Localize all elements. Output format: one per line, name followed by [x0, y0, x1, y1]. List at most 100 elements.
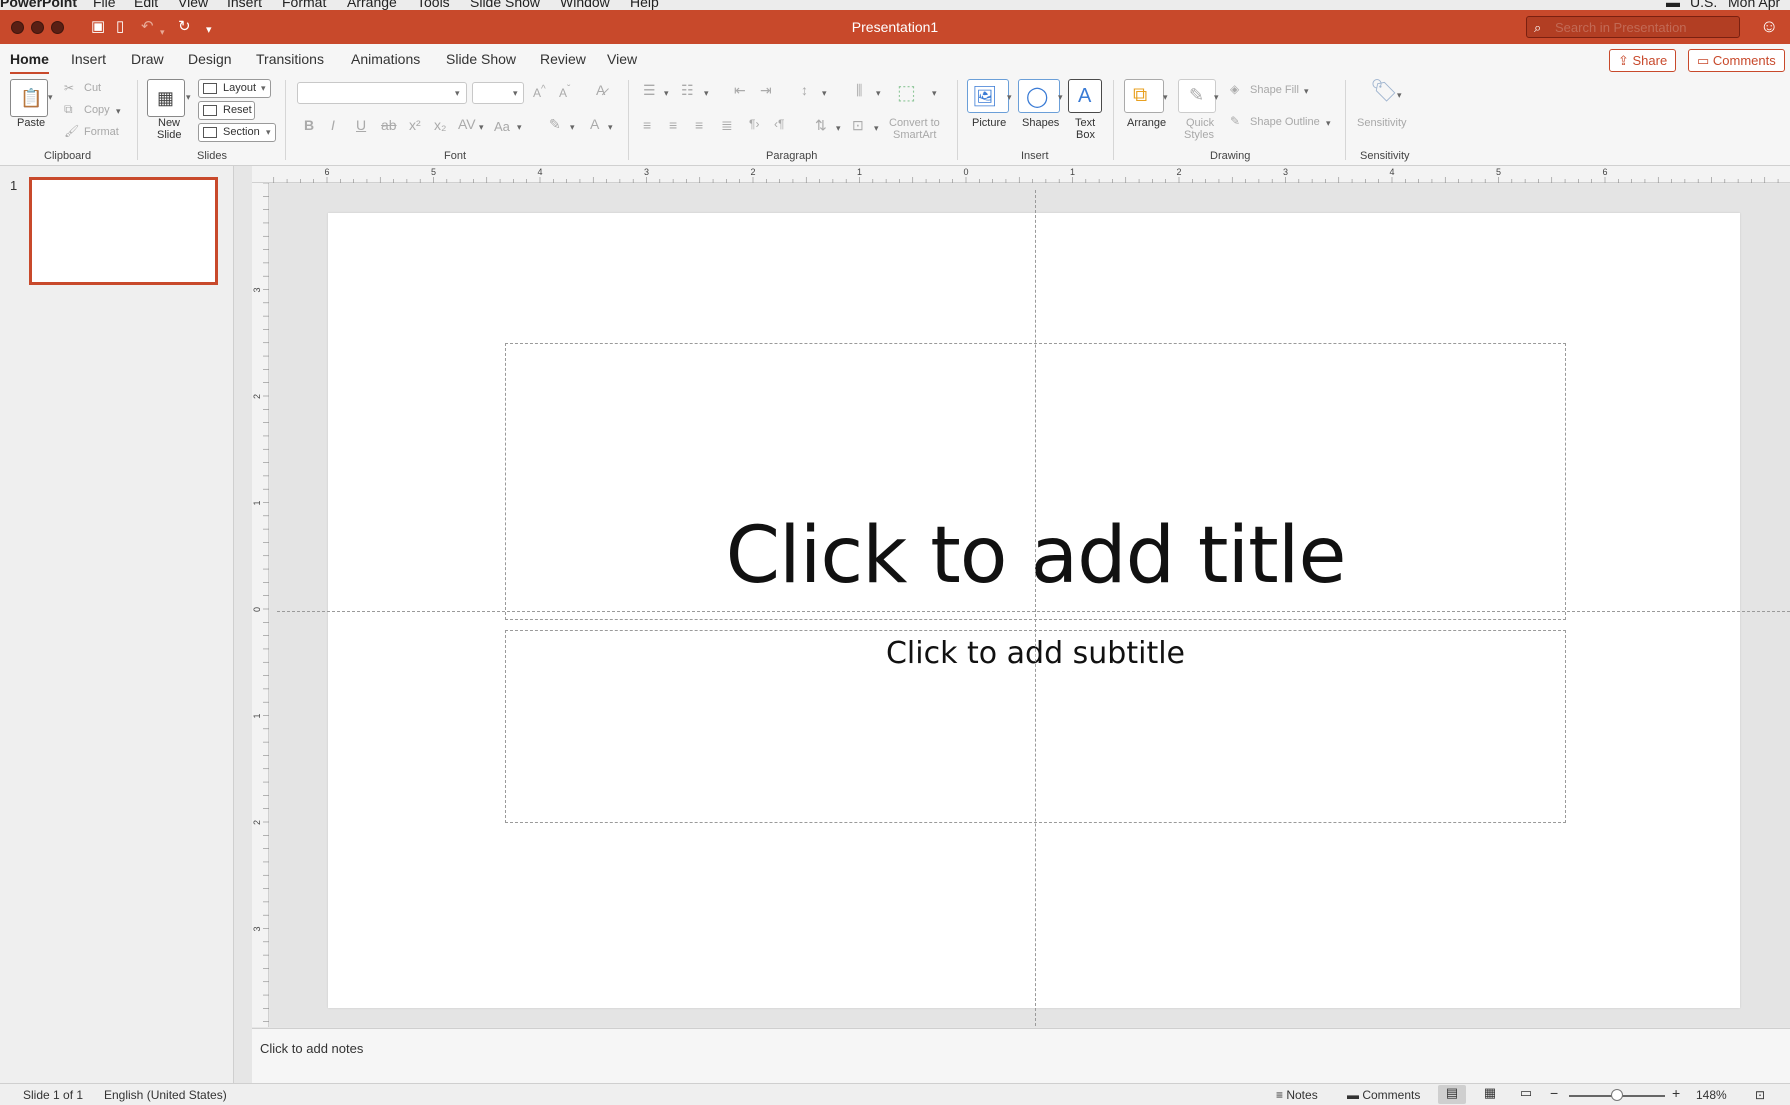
tab-animations[interactable]: Animations — [351, 51, 420, 67]
menu-slide-show[interactable]: Slide Show — [470, 0, 540, 10]
text-box-button[interactable]: A — [1068, 79, 1102, 113]
font-size-combo[interactable]: ▾ — [472, 82, 524, 104]
new-slide-dropdown-icon[interactable]: ▾ — [186, 92, 191, 103]
numbering-icon[interactable]: ☷ — [681, 82, 694, 99]
underline-icon[interactable]: U — [356, 117, 366, 133]
slide-sorter-view-icon[interactable]: ▦ — [1476, 1085, 1504, 1104]
tab-transitions[interactable]: Transitions — [256, 51, 324, 67]
language-indicator[interactable]: English (United States) — [104, 1088, 227, 1102]
convert-smartart-label-line1[interactable]: Convert to — [889, 117, 940, 129]
cut-button[interactable]: Cut — [84, 82, 101, 94]
input-source-flag-icon[interactable]: ▬ — [1666, 0, 1680, 10]
menu-help[interactable]: Help — [630, 0, 659, 10]
reset-button[interactable]: Reset — [198, 101, 255, 120]
italic-icon[interactable]: I — [331, 117, 335, 133]
columns-dropdown-icon[interactable]: ▾ — [876, 88, 881, 99]
font-color-icon[interactable]: A — [590, 116, 599, 132]
font-name-combo[interactable]: ▾ — [297, 82, 467, 104]
clear-formatting-icon[interactable]: A̷ — [596, 82, 605, 98]
menu-arrange[interactable]: Arrange — [347, 0, 397, 10]
feedback-smiley-icon[interactable]: ☺ — [1760, 16, 1778, 37]
menu-locale[interactable]: U.S. — [1690, 0, 1717, 10]
menu-format[interactable]: Format — [282, 0, 326, 10]
comments-toggle-button[interactable]: ▬ Comments — [1347, 1088, 1420, 1102]
character-spacing-dropdown-icon[interactable]: ▾ — [479, 122, 484, 133]
shape-fill-button[interactable]: Shape Fill — [1250, 84, 1299, 96]
align-text-icon[interactable]: ⊡ — [852, 117, 864, 134]
menu-window[interactable]: Window — [560, 0, 610, 10]
sensitivity-button-label[interactable]: Sensitivity — [1357, 117, 1407, 129]
presenter-view-icon[interactable]: ▭ — [1512, 1085, 1540, 1104]
notes-placeholder[interactable]: Click to add notes — [260, 1041, 363, 1056]
normal-view-icon[interactable]: ▤ — [1438, 1085, 1466, 1104]
notes-toggle-button[interactable]: ≡ Notes — [1276, 1088, 1318, 1102]
new-slide-button[interactable]: ▦ — [147, 79, 185, 117]
shape-fill-dropdown-icon[interactable]: ▾ — [1304, 86, 1309, 97]
align-text-dropdown-icon[interactable]: ▾ — [874, 123, 879, 134]
align-left-icon[interactable]: ≡ — [643, 117, 651, 133]
format-painter-button[interactable]: Format — [84, 126, 119, 138]
shape-outline-dropdown-icon[interactable]: ▾ — [1326, 118, 1331, 129]
zoom-slider-thumb[interactable] — [1611, 1089, 1623, 1101]
slide-thumbnails-pane[interactable]: 1 — [0, 166, 234, 1083]
justify-icon[interactable]: ≣ — [721, 117, 733, 134]
smartart-dropdown-icon[interactable]: ▾ — [932, 88, 937, 99]
quick-styles-dropdown-icon[interactable]: ▾ — [1214, 92, 1219, 103]
text-direction-ltr-icon[interactable]: ¶› — [749, 117, 759, 131]
highlight-dropdown-icon[interactable]: ▾ — [570, 122, 575, 133]
cut-icon[interactable]: ✂ — [64, 81, 74, 95]
zoom-in-icon[interactable]: + — [1672, 1085, 1680, 1101]
comments-button[interactable]: ▭ Comments — [1688, 49, 1785, 72]
horizontal-ruler[interactable]: 6 5 4 3 2 1 0 1 2 3 4 5 6 — [252, 166, 1790, 183]
copy-icon[interactable]: ⧉ — [64, 102, 73, 117]
highlight-icon[interactable]: ✎ — [549, 116, 561, 133]
numbering-dropdown-icon[interactable]: ▾ — [704, 88, 709, 99]
sensitivity-icon[interactable]: 🏷 — [1370, 78, 1398, 104]
horizontal-guide[interactable] — [277, 611, 1790, 612]
text-direction-dropdown-icon[interactable]: ▾ — [836, 123, 841, 134]
share-button[interactable]: ⇪ Share — [1609, 49, 1677, 72]
character-spacing-icon[interactable]: AV — [458, 116, 476, 132]
zoom-level[interactable]: 148% — [1696, 1088, 1727, 1102]
menu-view[interactable]: View — [178, 0, 208, 10]
shape-outline-button[interactable]: Shape Outline — [1250, 116, 1320, 128]
menu-insert[interactable]: Insert — [227, 0, 262, 10]
tab-home[interactable]: Home — [10, 51, 49, 75]
picture-button[interactable]: 🖼 — [967, 79, 1009, 113]
picture-dropdown-icon[interactable]: ▾ — [1007, 92, 1012, 103]
line-spacing-dropdown-icon[interactable]: ▾ — [822, 88, 827, 99]
tab-insert[interactable]: Insert — [71, 51, 106, 67]
paste-button[interactable]: 📋 — [10, 79, 48, 117]
subscript-icon[interactable]: x₂ — [434, 117, 446, 133]
menu-clock[interactable]: Mon Apr — [1728, 0, 1780, 10]
copy-button[interactable]: Copy — [84, 104, 110, 116]
sensitivity-dropdown-icon[interactable]: ▾ — [1397, 90, 1402, 101]
zoom-out-icon[interactable]: − — [1550, 1085, 1558, 1101]
tab-slide-show[interactable]: Slide Show — [446, 51, 516, 67]
strikethrough-icon[interactable]: ab — [381, 117, 397, 133]
tab-view[interactable]: View — [607, 51, 637, 67]
shapes-dropdown-icon[interactable]: ▾ — [1058, 92, 1063, 103]
shapes-button[interactable]: ◯ — [1018, 79, 1060, 113]
font-color-dropdown-icon[interactable]: ▾ — [608, 122, 613, 133]
section-button[interactable]: Section ▾ — [198, 123, 276, 142]
quick-styles-button[interactable]: ✎ — [1178, 79, 1216, 113]
tab-design[interactable]: Design — [188, 51, 232, 67]
format-painter-icon[interactable]: 🖌 — [64, 124, 79, 138]
search-input[interactable]: ⌕ Search in Presentation — [1526, 16, 1740, 38]
align-center-icon[interactable]: ≡ — [669, 117, 677, 133]
superscript-icon[interactable]: x² — [409, 117, 421, 133]
menu-edit[interactable]: Edit — [134, 0, 158, 10]
columns-icon[interactable]: ⫼ — [856, 82, 862, 99]
menu-tools[interactable]: Tools — [417, 0, 450, 10]
shape-fill-icon[interactable]: ◈ — [1230, 82, 1239, 96]
line-spacing-icon[interactable]: ↕ — [801, 82, 808, 98]
bold-icon[interactable]: B — [304, 117, 314, 133]
tab-draw[interactable]: Draw — [131, 51, 164, 67]
change-case-button[interactable]: Aa — [494, 119, 510, 134]
decrease-font-size-icon[interactable]: Aˇ — [559, 84, 570, 100]
text-direction-icon[interactable]: ⇅ — [815, 117, 827, 134]
smartart-icon[interactable]: ⬚ — [897, 80, 916, 105]
notes-pane[interactable]: Click to add notes — [252, 1028, 1790, 1083]
vertical-ruler[interactable]: 3 2 1 0 1 2 3 — [252, 182, 269, 1027]
